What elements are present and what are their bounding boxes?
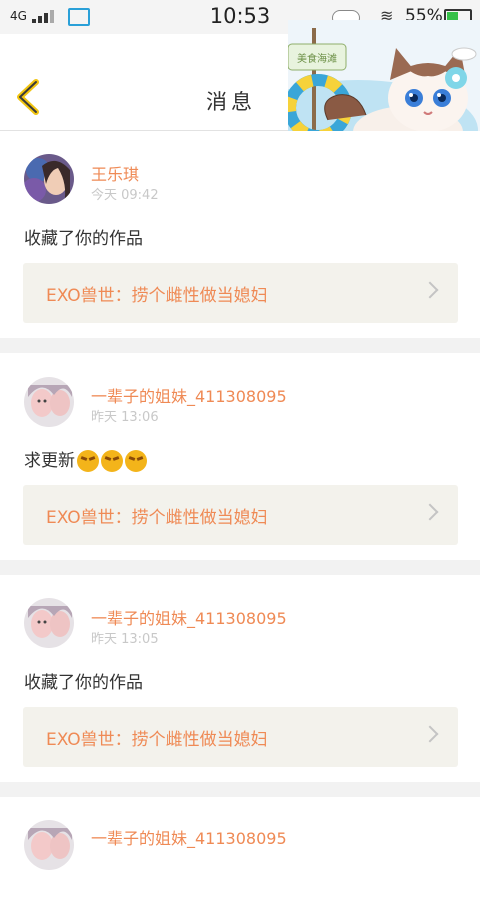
- sender-name[interactable]: 一辈子的姐妹_411308095: [91, 825, 287, 849]
- avatar[interactable]: [24, 377, 74, 427]
- message-text: 收藏了你的作品: [24, 229, 143, 249]
- message-time: 昨天 13:06: [91, 410, 159, 425]
- avatar[interactable]: [24, 154, 74, 204]
- work-title: EXO兽世：捞个雌性做当媳妇: [46, 730, 268, 750]
- sender-name[interactable]: 一辈子的姐妹_411308095: [91, 605, 287, 629]
- work-link[interactable]: EXO兽世：捞个雌性做当媳妇: [23, 485, 458, 545]
- message-text: 收藏了你的作品: [24, 673, 143, 693]
- message-time: 今天 09:42: [91, 188, 159, 203]
- sticker-sign: 美食海滩: [297, 52, 337, 65]
- angry-face-icon: [125, 450, 147, 472]
- work-title: EXO兽世：捞个雌性做当媳妇: [46, 286, 268, 306]
- chevron-right-icon: [421, 281, 439, 299]
- avatar[interactable]: [24, 598, 74, 648]
- work-link[interactable]: EXO兽世：捞个雌性做当媳妇: [23, 707, 458, 767]
- message-card[interactable]: 一辈子的姐妹_411308095 昨天 13:05 收藏了你的作品 EXO兽世：…: [0, 575, 480, 782]
- sender-name[interactable]: 王乐琪: [91, 161, 139, 185]
- angry-face-icon: [77, 450, 99, 472]
- message-time: 昨天 13:05: [91, 632, 159, 647]
- angry-face-icon: [101, 450, 123, 472]
- work-title: EXO兽世：捞个雌性做当媳妇: [46, 508, 268, 528]
- message-card[interactable]: 一辈子的姐妹_411308095: [0, 797, 480, 897]
- page-title: 消息: [206, 90, 256, 114]
- message-list[interactable]: 王乐琪 今天 09:42 收藏了你的作品 EXO兽世：捞个雌性做当媳妇 一辈子的…: [0, 131, 480, 897]
- message-card[interactable]: 王乐琪 今天 09:42 收藏了你的作品 EXO兽世：捞个雌性做当媳妇: [0, 131, 480, 338]
- chevron-right-icon: [421, 503, 439, 521]
- sender-name[interactable]: 一辈子的姐妹_411308095: [91, 383, 287, 407]
- message-card[interactable]: 一辈子的姐妹_411308095 昨天 13:06 求更新 EXO兽世：捞个雌性…: [0, 353, 480, 560]
- message-text: 求更新: [24, 446, 147, 472]
- avatar[interactable]: [24, 820, 74, 870]
- message-text-content: 求更新: [24, 451, 75, 471]
- work-link[interactable]: EXO兽世：捞个雌性做当媳妇: [23, 263, 458, 323]
- back-arrow-icon[interactable]: [14, 78, 42, 116]
- chevron-right-icon: [421, 725, 439, 743]
